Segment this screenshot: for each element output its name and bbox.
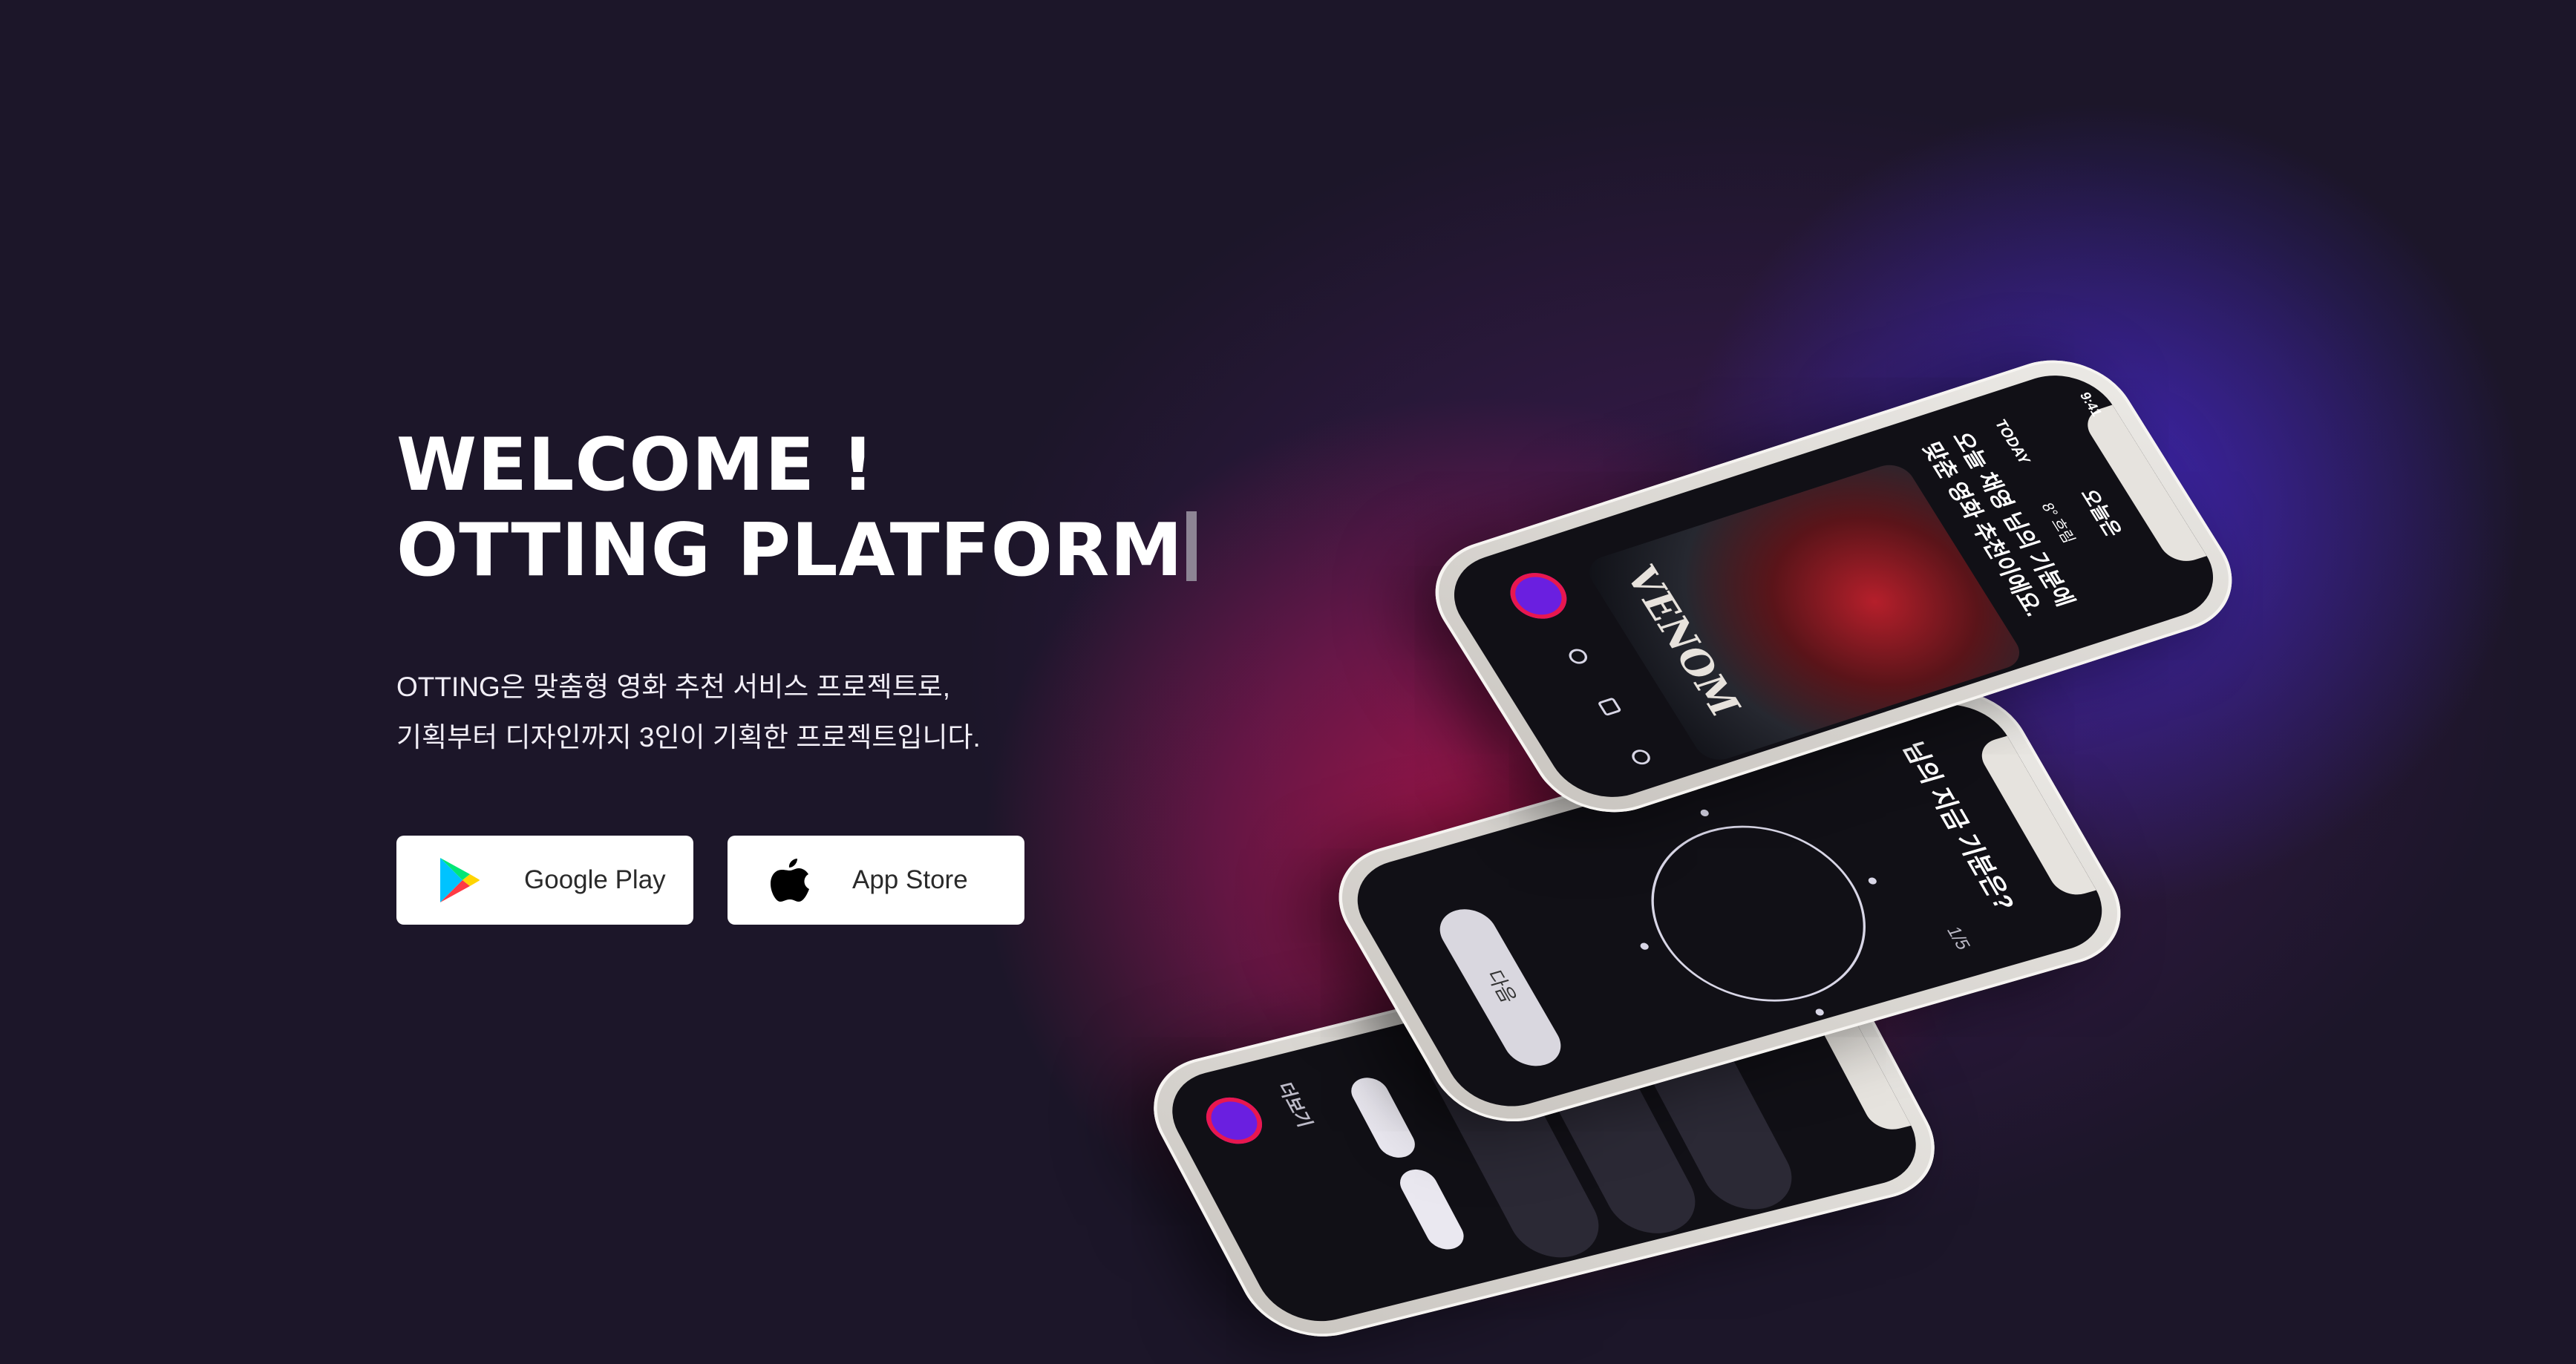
store-buttons: Google Play App Store bbox=[396, 836, 1024, 925]
google-play-icon bbox=[435, 856, 483, 904]
phone-screen-top: 9:41 오늘은 TODAY 8° 흐림 오늘 채영 님의 기분에 맞춘 영화 … bbox=[1434, 361, 2234, 811]
middle-screen-counter: 1/5 bbox=[1942, 924, 1975, 952]
hero-description-line-2: 기획부터 디자인까지 3인이 기획한 프로젝트입니다. bbox=[396, 722, 981, 753]
hero-section: WELCOME ! OTTING PLATFORM OTTING은 맞춤형 영화… bbox=[396, 423, 1287, 763]
mood-dot bbox=[1866, 876, 1878, 885]
nav-library-icon bbox=[1597, 697, 1622, 717]
movie-poster-title: VENOM bbox=[1615, 561, 1750, 721]
hero-title: WELCOME ! OTTING PLATFORM bbox=[396, 423, 1287, 594]
nav-home-button bbox=[1197, 1092, 1272, 1150]
status-time: 9:41 bbox=[2076, 390, 2106, 419]
top-screen-header: 오늘은 bbox=[2076, 486, 2127, 540]
mood-dot bbox=[1638, 942, 1650, 951]
bottom-screen-label: 더보기 bbox=[1272, 1081, 1316, 1129]
phone-mockups: 리뷰 더보기 님의 지금 기분은? 1/5 다음 9:41 bbox=[1129, 111, 2487, 1351]
hero-title-line-1: WELCOME ! bbox=[396, 423, 875, 508]
mood-dot bbox=[1814, 1008, 1825, 1017]
mood-dial bbox=[1614, 802, 1903, 1025]
typing-caret bbox=[1186, 511, 1197, 581]
app-store-label: App Store bbox=[852, 865, 968, 894]
apple-icon bbox=[766, 856, 814, 904]
filter-chip bbox=[1344, 1074, 1422, 1161]
google-play-button[interactable]: Google Play bbox=[396, 836, 693, 925]
hero-title-line-2: OTTING PLATFORM bbox=[396, 508, 1287, 594]
nav-home-button bbox=[1500, 566, 1577, 626]
hero-description: OTTING은 맞춤형 영화 추천 서비스 프로젝트로, 기획부터 디자인까지 … bbox=[396, 662, 1287, 763]
mood-dot bbox=[1699, 808, 1710, 818]
hero-title-line-2-text: OTTING PLATFORM bbox=[396, 508, 1183, 593]
filter-chip bbox=[1393, 1165, 1470, 1253]
hero-description-line-1: OTTING은 맞춤형 영화 추천 서비스 프로젝트로, bbox=[396, 672, 951, 702]
google-play-label: Google Play bbox=[524, 865, 666, 894]
app-store-button[interactable]: App Store bbox=[728, 836, 1024, 925]
nav-search-icon bbox=[1566, 646, 1591, 666]
nav-profile-icon bbox=[1628, 747, 1654, 767]
